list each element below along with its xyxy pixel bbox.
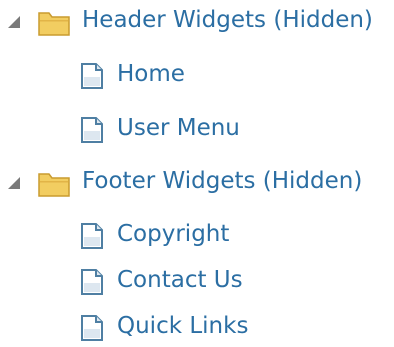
tree-node-label: Header Widgets (Hidden) [82,7,373,33]
expanded-triangle-icon[interactable] [7,175,21,189]
tree-leaf-label: Contact Us [117,267,243,293]
widget-tree: Header Widgets (Hidden) Home User Menu F… [0,0,394,347]
page-icon [80,62,104,90]
page-icon [80,116,104,144]
tree-node-label: Footer Widgets (Hidden) [82,168,363,194]
page-icon [80,314,104,342]
tree-leaf-copyright[interactable]: Copyright [0,214,394,254]
tree-leaf-user-menu[interactable]: User Menu [0,108,394,148]
folder-icon [37,9,71,37]
tree-leaf-quick-links[interactable]: Quick Links [0,306,394,346]
tree-leaf-label: User Menu [117,115,240,141]
tree-leaf-label: Quick Links [117,313,249,339]
tree-leaf-label: Copyright [117,221,230,247]
page-icon [80,222,104,250]
tree-node-footer-widgets[interactable]: Footer Widgets (Hidden) [0,161,394,201]
page-icon [80,268,104,296]
tree-leaf-home[interactable]: Home [0,54,394,94]
expanded-triangle-icon[interactable] [7,14,21,28]
tree-node-header-widgets[interactable]: Header Widgets (Hidden) [0,0,394,40]
folder-icon [37,170,71,198]
tree-leaf-label: Home [117,61,185,87]
tree-leaf-contact-us[interactable]: Contact Us [0,260,394,300]
